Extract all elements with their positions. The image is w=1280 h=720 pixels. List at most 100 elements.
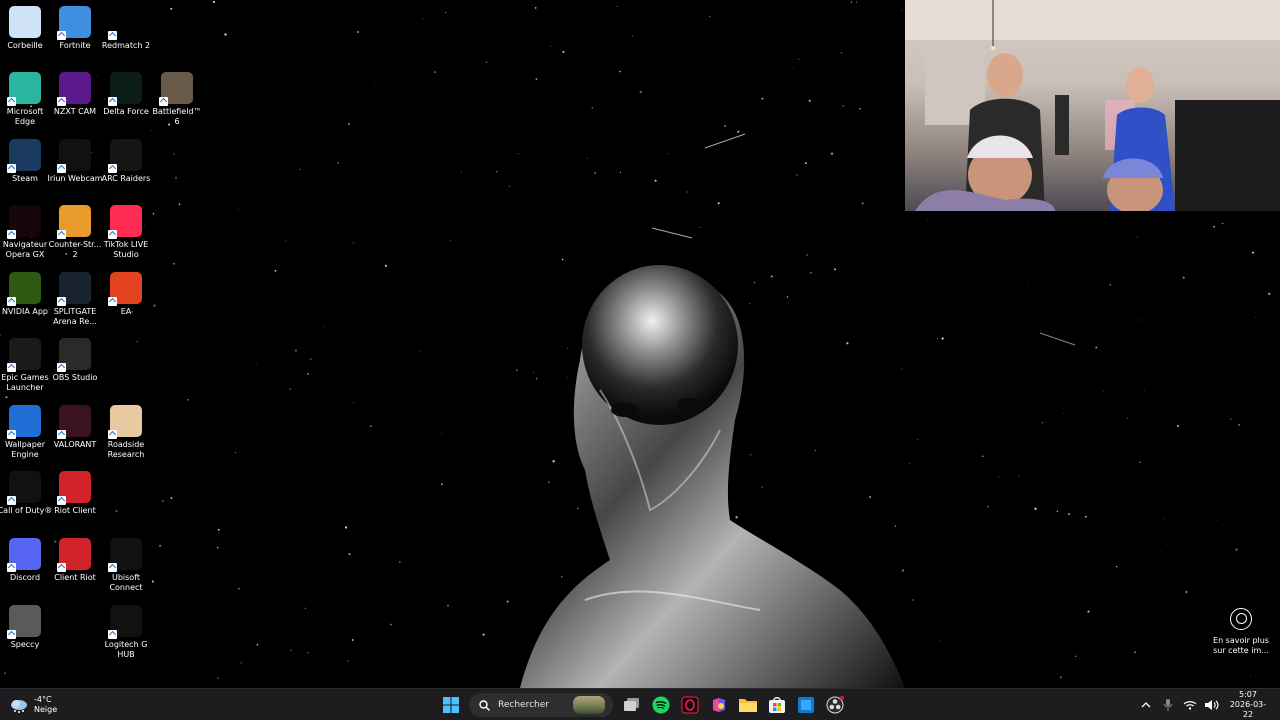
terminal-icon <box>798 697 814 713</box>
desktop-icon-valorant[interactable]: VALORANT <box>49 405 101 450</box>
desktop-icon-ubisoft[interactable]: Ubisoft Connect <box>100 538 152 593</box>
copilot-taskbar-button[interactable] <box>706 692 732 718</box>
desktop-icon-label: Navigateur Opera GX <box>2 240 48 259</box>
learn-more-about-image-widget[interactable]: En savoir plus sur cette im... <box>1210 608 1272 656</box>
shortcut-arrow-icon <box>7 630 16 639</box>
clock-time: 5:07 <box>1239 690 1257 699</box>
network-button[interactable] <box>1182 697 1198 713</box>
roadside-research-icon <box>108 405 142 439</box>
desktop-icon-label: Logitech G HUB <box>104 640 148 659</box>
desktop-icon-label: Roadside Research <box>107 440 145 459</box>
widgets-taskbar-button[interactable] <box>793 692 819 718</box>
nvidia-icon <box>7 272 41 306</box>
weather-widget[interactable]: -4°C Neige <box>10 692 57 718</box>
desktop-icon-label: Redmatch 2 <box>101 41 151 50</box>
obs-taskbar-button[interactable] <box>822 692 848 718</box>
desktop-icon-label: Steam <box>12 174 38 183</box>
desktop-icon-logitech[interactable]: Logitech G HUB <box>100 605 152 660</box>
spotify-taskbar-button[interactable] <box>648 692 674 718</box>
desktop-icon-edge[interactable]: Microsoft Edge <box>0 72 51 127</box>
desktop-icon-redmatch[interactable]: Redmatch 2 <box>100 6 152 51</box>
ea-icon <box>108 272 142 306</box>
desktop-icon-riot-client[interactable]: Riot Client <box>49 471 101 516</box>
desktop-icon-nvidia[interactable]: NVIDIA App <box>0 272 51 317</box>
desktop-icon-obs[interactable]: OBS Studio <box>49 338 101 383</box>
desktop-icon-recycle-bin[interactable]: Corbeille <box>0 6 51 51</box>
recycle-bin-icon <box>9 6 41 38</box>
webcam-overlay <box>905 0 1280 211</box>
start-button[interactable] <box>438 692 464 718</box>
taskbar: -4°C Neige Rechercher 5:07 2026-03-22 <box>0 688 1280 720</box>
desktop-icon-arc-raiders[interactable]: ARC Raiders <box>100 139 152 184</box>
volume-button[interactable] <box>1204 697 1220 713</box>
copilot-icon <box>713 698 725 712</box>
search-highlight-image <box>573 696 605 714</box>
webcam-icon <box>57 139 91 173</box>
obs-icon <box>57 338 91 372</box>
desktop-icon-ea[interactable]: EA <box>100 272 152 317</box>
task-view-button[interactable] <box>619 692 645 718</box>
file-explorer-taskbar-button[interactable] <box>735 692 761 718</box>
shortcut-arrow-icon <box>108 430 117 439</box>
riot-client-icon <box>57 471 91 505</box>
shortcut-arrow-icon <box>57 297 66 306</box>
webcam-feed-image <box>905 0 1280 211</box>
desktop-icon-tiktok[interactable]: TikTok LIVE Studio <box>100 205 152 260</box>
opera-gx-icon <box>681 696 699 714</box>
desktop-icon-speccy[interactable]: Speccy <box>0 605 51 650</box>
desktop-icon-delta-force[interactable]: Delta Force <box>100 72 152 117</box>
shortcut-arrow-icon <box>159 97 168 106</box>
desktop-icon-label: Battlefield™ 6 <box>152 107 202 126</box>
epic-games-icon <box>7 338 41 372</box>
shortcut-arrow-icon <box>7 496 16 505</box>
desktop-icon-counter-strike[interactable]: Counter-Str... 2 <box>49 205 101 260</box>
show-hidden-icons-button[interactable] <box>1138 697 1154 713</box>
weather-condition: Neige <box>34 705 58 714</box>
shortcut-arrow-icon <box>57 164 66 173</box>
spotify-icon <box>652 696 670 714</box>
desktop-icon-opera-gx[interactable]: Navigateur Opera GX <box>0 205 51 260</box>
desktop-icon-call-of-duty[interactable]: Call of Duty® <box>0 471 53 516</box>
taskbar-clock[interactable]: 5:07 2026-03-22 <box>1226 690 1270 720</box>
shortcut-arrow-icon <box>7 97 16 106</box>
ubisoft-icon <box>108 538 142 572</box>
store-icon <box>769 697 785 713</box>
desktop-icon-webcam[interactable]: Iriun Webcam <box>47 139 103 184</box>
desktop-icon-label: OBS Studio <box>52 373 98 382</box>
desktop-icon-battlefield[interactable]: Battlefield™ 6 <box>151 72 203 127</box>
shortcut-arrow-icon <box>7 164 16 173</box>
shortcut-arrow-icon <box>57 363 66 372</box>
wifi-icon <box>1183 701 1197 710</box>
desktop-icon-epic-games[interactable]: Epic Games Launcher <box>0 338 51 393</box>
tiktok-icon <box>108 205 142 239</box>
desktop-icon-wallpaper-engine[interactable]: Wallpaper Engine <box>0 405 51 460</box>
desktop-icon-label: Client Riot <box>54 573 96 582</box>
camera-lens-icon <box>1230 608 1252 630</box>
shortcut-arrow-icon <box>108 230 117 239</box>
desktop-icon-nzxt[interactable]: NZXT CAM <box>49 72 101 117</box>
desktop-icon-discord[interactable]: Discord <box>0 538 51 583</box>
desktop-icon-steam[interactable]: Steam <box>0 139 51 184</box>
desktop-icon-roadside-research[interactable]: Roadside Research <box>100 405 152 460</box>
speccy-icon <box>7 605 41 639</box>
weather-temperature: -4°C <box>34 695 52 704</box>
clock-date: 2026-03-22 <box>1229 700 1267 719</box>
taskbar-center: Rechercher <box>438 692 851 718</box>
opera-gx-taskbar-button[interactable] <box>677 692 703 718</box>
speaker-icon <box>1205 700 1219 710</box>
desktop-icon-label: EA <box>120 307 132 316</box>
microphone-button[interactable] <box>1160 697 1176 713</box>
desktop-icon-client-riot[interactable]: Client Riot <box>49 538 101 583</box>
taskbar-search-box[interactable]: Rechercher <box>469 693 613 717</box>
obs-icon <box>826 696 844 714</box>
microsoft-store-taskbar-button[interactable] <box>764 692 790 718</box>
desktop-icon-fortnite[interactable]: Fortnite <box>49 6 101 51</box>
shortcut-arrow-icon <box>108 563 117 572</box>
counter-strike-icon <box>57 205 91 239</box>
fortnite-icon <box>57 6 91 40</box>
search-placeholder: Rechercher <box>498 700 549 710</box>
shortcut-arrow-icon <box>108 630 117 639</box>
desktop-icon-splitgate[interactable]: SPLITGATE Arena Re... <box>49 272 101 327</box>
wallpaper-engine-icon <box>7 405 41 439</box>
desktop-icon-label: Call of Duty® <box>0 506 53 515</box>
